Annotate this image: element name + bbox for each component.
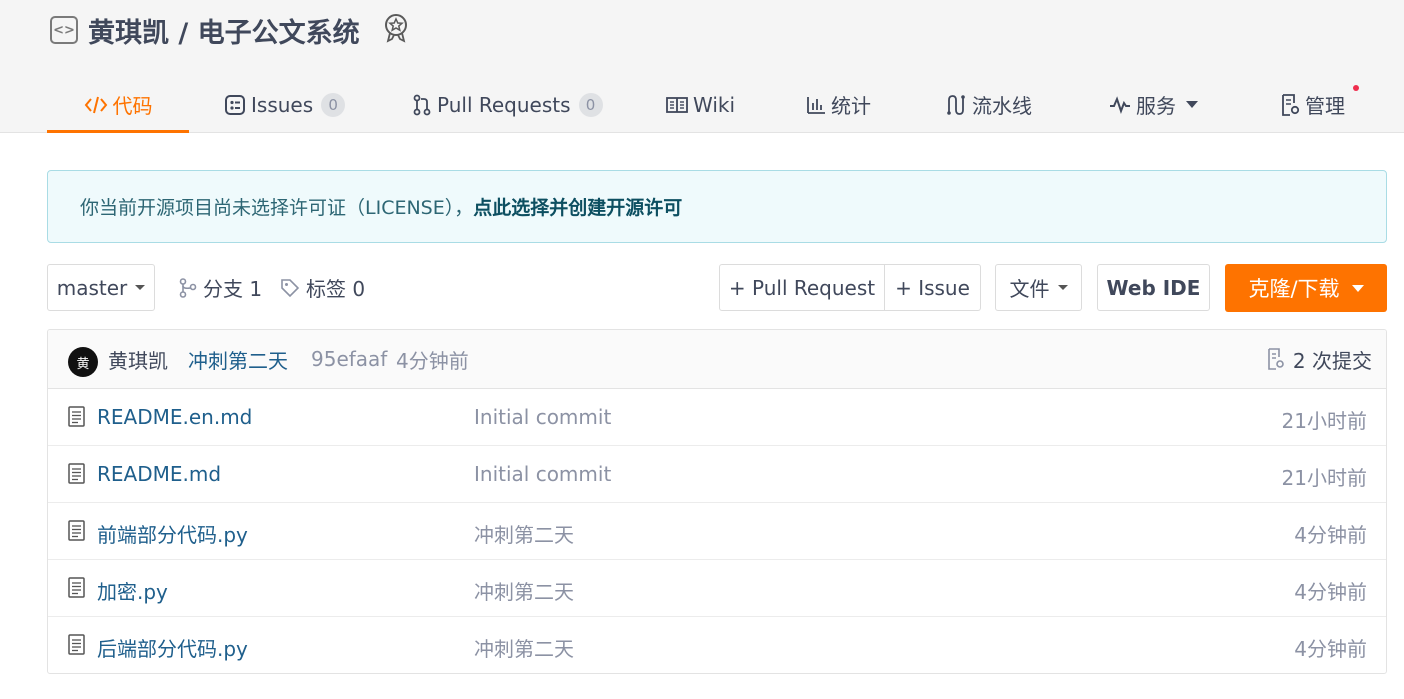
clone-download-button[interactable]: 克隆/下载 [1225, 264, 1387, 312]
avatar[interactable]: 黄 [68, 347, 98, 377]
tab-label: Wiki [693, 92, 736, 117]
branch-icon [179, 277, 197, 298]
settings-doc-icon [1280, 93, 1300, 116]
file-name-link[interactable]: README.en.md [97, 405, 252, 429]
file-row[interactable]: 后端部分代码.py 冲刺第二天 4分钟前 [48, 617, 1386, 673]
activity-icon [1109, 95, 1131, 114]
new-issue-button[interactable]: + Issue [884, 265, 980, 310]
award-icon[interactable] [382, 13, 410, 47]
chevron-down-icon [135, 285, 146, 290]
file-text-icon [68, 577, 85, 603]
pipeline-icon [945, 94, 967, 116]
file-commit-message[interactable]: 冲刺第二天 [474, 576, 574, 605]
tab-pipeline[interactable]: 流水线 [945, 76, 1032, 133]
tab-label: 流水线 [972, 94, 1032, 118]
latest-commit-bar: 黄 黄琪凯 冲刺第二天 95efaaf 4分钟前 2 次提交 [48, 330, 1386, 389]
chevron-down-icon [1057, 285, 1068, 290]
branch-select-label: master [56, 275, 128, 300]
file-row[interactable]: 加密.py 冲刺第二天 4分钟前 [48, 560, 1386, 617]
file-commit-time: 21小时前 [1281, 409, 1367, 433]
file-commit-time: 4分钟前 [1294, 637, 1367, 661]
issues-count-badge: 0 [321, 92, 346, 117]
file-row[interactable]: 前端部分代码.py 冲刺第二天 4分钟前 [48, 503, 1386, 560]
commit-count-label: 2 次提交 [1292, 348, 1372, 373]
tab-label: Pull Requests [437, 92, 571, 117]
tab-pull-requests[interactable]: Pull Requests 0 [412, 76, 603, 133]
file-text-icon [68, 463, 85, 489]
pull-request-icon [412, 94, 432, 116]
repo-tabs: 代码 Issues 0 Pull Requests 0 Wiki 统计 流水线 … [47, 76, 1387, 133]
tab-services[interactable]: 服务 [1109, 76, 1198, 133]
tab-label: 统计 [831, 94, 871, 118]
web-ide-button[interactable]: Web IDE [1097, 264, 1210, 311]
branches-count-label: 分支 1 [203, 277, 263, 301]
file-text-icon [68, 634, 85, 660]
chevron-down-icon [1351, 284, 1364, 292]
tab-code[interactable]: 代码 [47, 76, 189, 133]
repo-name[interactable]: 黄琪凯 / 电子公文系统 [88, 11, 360, 50]
file-row[interactable]: README.md Initial commit 21小时前 [48, 446, 1386, 503]
commit-history-icon [1267, 348, 1285, 370]
tags-link[interactable]: 标签 0 [280, 264, 365, 311]
commit-author[interactable]: 黄琪凯 [108, 345, 168, 374]
code-icon [84, 95, 108, 115]
tab-statistics[interactable]: 统计 [806, 76, 871, 133]
tab-label: 管理 [1305, 94, 1345, 118]
tab-label: 服务 [1136, 94, 1176, 118]
tags-count-label: 标签 0 [306, 277, 366, 301]
file-commit-message[interactable]: 冲刺第二天 [474, 519, 574, 548]
tab-label: 代码 [112, 94, 153, 118]
license-notice: 你当前开源项目尚未选择许可证（LICENSE）， 点此选择并创建开源许可 [47, 170, 1387, 243]
file-name-link[interactable]: README.md [97, 462, 221, 486]
repo-header: <> 黄琪凯 / 电子公文系统 代码 Issues 0 Pull Request… [0, 0, 1404, 133]
branches-link[interactable]: 分支 1 [179, 264, 262, 311]
commit-sha[interactable]: 95efaaf [311, 347, 387, 371]
license-notice-text: 你当前开源项目尚未选择许可证（LICENSE）， [80, 197, 474, 219]
file-text-icon [68, 406, 85, 432]
commit-count-link[interactable]: 2 次提交 [1267, 345, 1372, 374]
file-name-link[interactable]: 加密.py [97, 576, 168, 605]
commit-time: 4分钟前 [396, 348, 469, 373]
new-pull-request-button[interactable]: + Pull Request [720, 265, 884, 310]
file-commit-time: 21小时前 [1281, 466, 1367, 490]
file-text-icon [68, 520, 85, 546]
tab-issues[interactable]: Issues 0 [224, 76, 346, 133]
bar-chart-icon [806, 95, 826, 115]
repo-toolbar: master 分支 1 标签 0 + Pull Request + Issue … [47, 264, 1387, 312]
file-commit-message[interactable]: Initial commit [474, 405, 611, 429]
repo-title-bar: <> 黄琪凯 / 电子公文系统 [50, 11, 410, 50]
pull-requests-count-badge: 0 [578, 92, 603, 117]
file-row[interactable]: README.en.md Initial commit 21小时前 [48, 389, 1386, 446]
tag-icon [280, 278, 300, 298]
file-name-link[interactable]: 前端部分代码.py [97, 519, 248, 548]
file-name-link[interactable]: 后端部分代码.py [97, 633, 248, 662]
create-license-link[interactable]: 点此选择并创建开源许可 [473, 193, 682, 220]
branch-select[interactable]: master [47, 264, 155, 311]
commit-message-link[interactable]: 冲刺第二天 [188, 345, 288, 374]
notification-dot [1353, 85, 1359, 91]
file-menu-label: 文件 [1009, 277, 1050, 301]
file-commit-message[interactable]: 冲刺第二天 [474, 633, 574, 662]
code-brackets-icon: <> [50, 16, 78, 44]
tab-label: Issues [251, 92, 314, 117]
book-icon [666, 96, 688, 114]
file-commit-time: 4分钟前 [1294, 580, 1367, 604]
create-button-group: + Pull Request + Issue [719, 264, 981, 311]
file-commit-time: 4分钟前 [1294, 523, 1367, 547]
clone-download-label: 克隆/下载 [1248, 277, 1340, 301]
tab-manage[interactable]: 管理 [1280, 76, 1359, 133]
chevron-down-icon [1186, 101, 1198, 108]
issues-icon [224, 94, 246, 116]
file-menu-button[interactable]: 文件 [995, 264, 1082, 311]
tab-wiki[interactable]: Wiki [666, 76, 735, 133]
file-list: 黄 黄琪凯 冲刺第二天 95efaaf 4分钟前 2 次提交 README.en… [47, 329, 1387, 674]
file-commit-message[interactable]: Initial commit [474, 462, 611, 486]
